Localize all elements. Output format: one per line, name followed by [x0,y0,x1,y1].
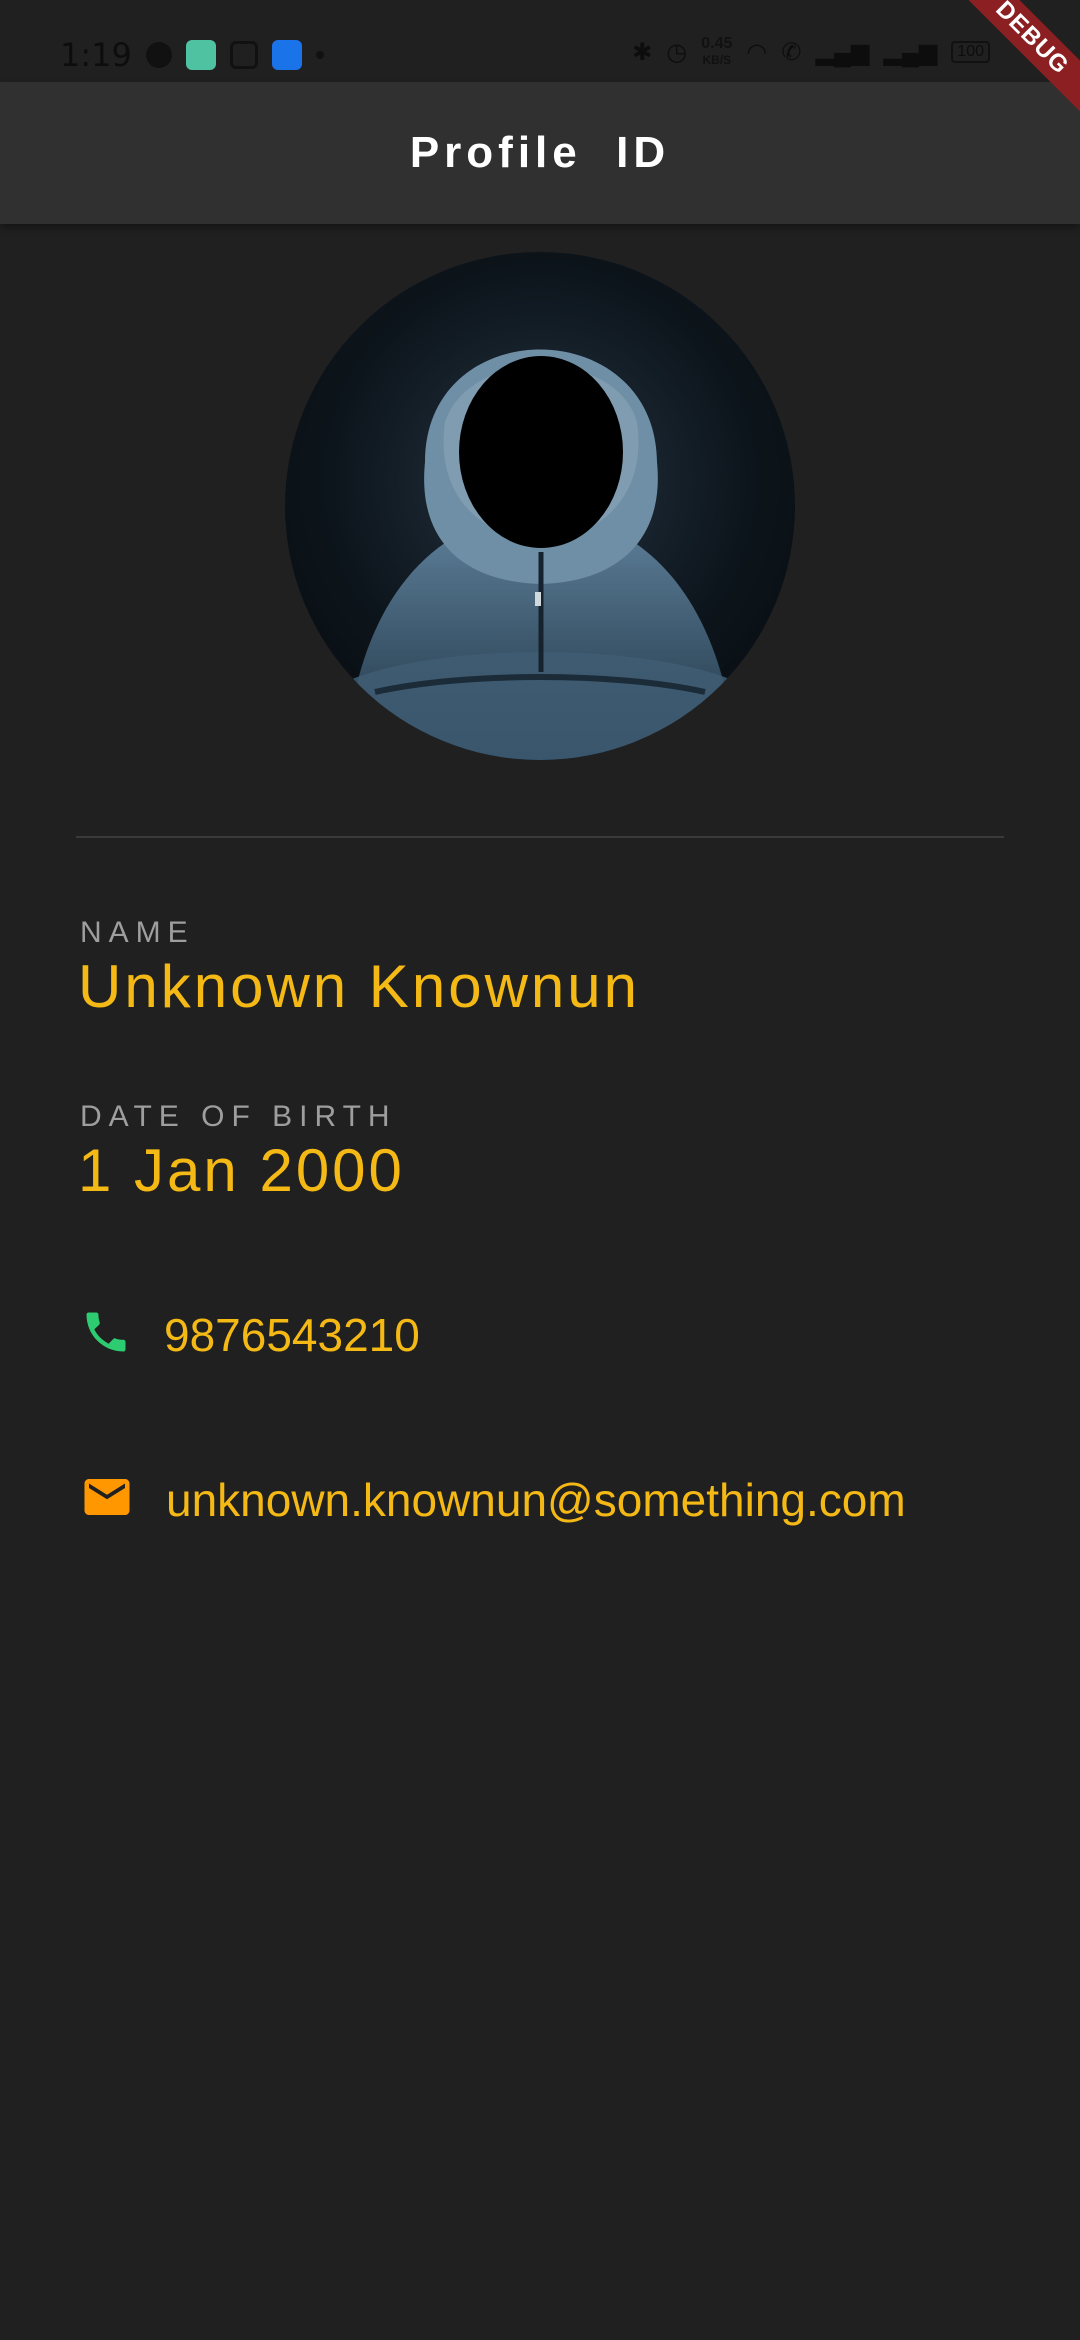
app-bar: Profile ID [0,82,1080,224]
status-time: 1:19 [60,36,132,74]
phone-row[interactable]: 9876543210 [80,1306,420,1363]
battery-icon: 100 [951,41,990,63]
instagram-icon [230,41,258,69]
system-icons: ✱ ◷ 0.45 KB/S ◠ ✆ ▂▄▆ ▂▄▆ 100 [632,36,990,68]
email-row[interactable]: unknown.knownun@something.com [80,1470,906,1529]
dob-value: 1 Jan 2000 [78,1137,405,1204]
net-speed-unit: KB/S [702,53,732,67]
wifi-icon: ◠ [746,38,768,66]
more-dot-icon [316,51,324,59]
profile-avatar [285,252,795,760]
status-bar: 1:19 ✱ ◷ 0.45 KB/S ◠ ✆ ▂▄▆ ▂▄▆ 100 [0,0,1080,82]
page-title: Profile ID [409,128,671,177]
notification-icons [146,40,324,70]
email-address: unknown.knownun@something.com [166,1473,906,1526]
email-icon [80,1470,134,1529]
usb-icon [272,40,302,70]
net-speed: 0.45 KB/S [701,36,732,68]
section-divider [76,836,1004,838]
call-signal-icon: ✆ [781,38,802,66]
phone-number: 9876543210 [164,1308,420,1361]
name-label: NAME [80,916,195,949]
alarm-icon: ◷ [666,38,688,66]
phone-icon [80,1306,132,1363]
dob-label: DATE OF BIRTH [80,1100,397,1133]
signal-icon-2: ▂▄▆ [883,38,938,66]
bluetooth-icon: ✱ [632,38,653,66]
signal-icon: ▂▄▆ [815,38,870,66]
name-value: Unknown Knownun [78,953,641,1020]
hooded-figure-image [345,349,737,760]
record-icon [146,42,172,68]
chat-app-icon [186,40,216,70]
net-speed-value: 0.45 [701,35,733,52]
